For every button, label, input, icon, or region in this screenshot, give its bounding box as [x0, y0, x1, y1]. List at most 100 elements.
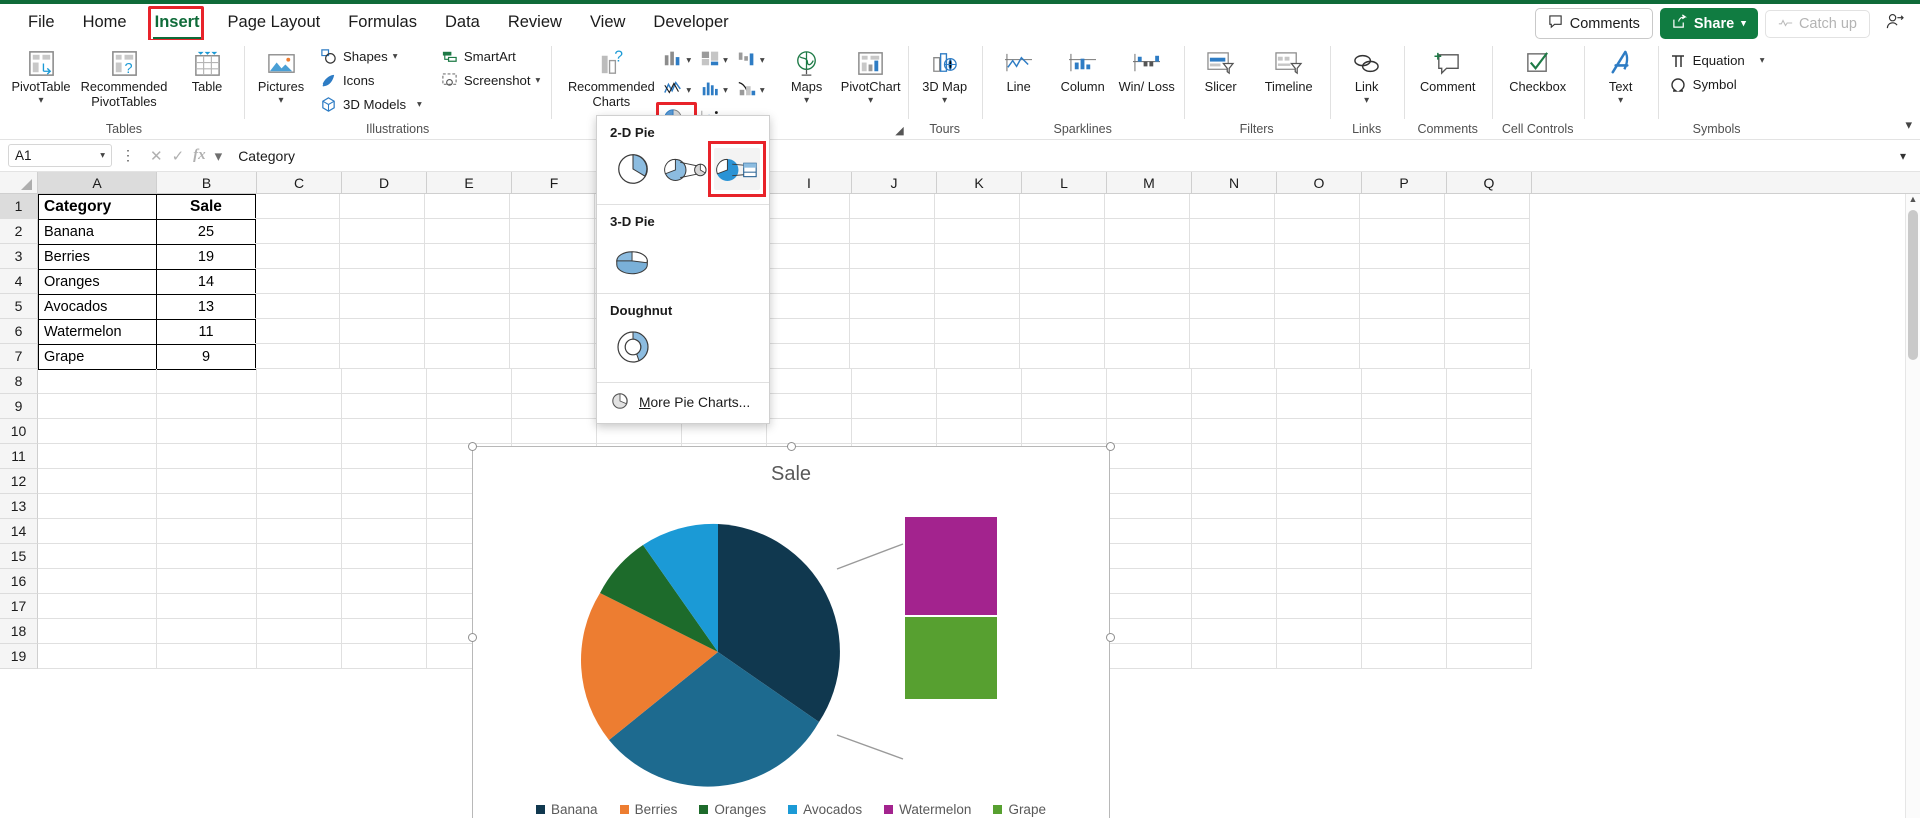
cell-K1[interactable] [935, 194, 1020, 219]
cell-B16[interactable] [157, 569, 257, 594]
cell-I5[interactable] [765, 294, 850, 319]
cell-E6[interactable] [425, 319, 510, 344]
cell-B6[interactable]: 11 [156, 319, 256, 345]
cell-K2[interactable] [935, 219, 1020, 244]
cell-C9[interactable] [257, 394, 342, 419]
cell-N17[interactable] [1192, 594, 1277, 619]
column-header-L[interactable]: L [1022, 172, 1107, 193]
line-chart-chevron-down-icon[interactable]: ▾ [686, 85, 691, 96]
row-header-3[interactable]: 3 [0, 244, 38, 269]
slicer-button[interactable]: Slicer [1190, 43, 1252, 98]
row-header-11[interactable]: 11 [0, 444, 38, 469]
tab-file[interactable]: File [14, 8, 69, 37]
column-header-C[interactable]: C [257, 172, 342, 193]
cell-O7[interactable] [1275, 344, 1360, 369]
legend-item-watermelon[interactable]: Watermelon [884, 802, 971, 817]
cell-F8[interactable] [512, 369, 597, 394]
combo-chart-chevron-down-icon[interactable]: ▾ [760, 85, 765, 96]
cell-B15[interactable] [157, 544, 257, 569]
cell-Q10[interactable] [1447, 419, 1532, 444]
icons-button[interactable]: Icons [314, 69, 427, 92]
shapes-button[interactable]: Shapes ▾ [314, 45, 427, 68]
column-header-M[interactable]: M [1107, 172, 1192, 193]
maps-chevron-down-icon[interactable]: ▾ [804, 95, 809, 106]
formula-input[interactable]: Category [234, 144, 1894, 167]
cell-C3[interactable] [255, 244, 340, 269]
cell-N18[interactable] [1192, 619, 1277, 644]
cell-P5[interactable] [1360, 294, 1445, 319]
tab-page-layout[interactable]: Page Layout [214, 8, 335, 37]
cell-M9[interactable] [1107, 394, 1192, 419]
row-header-14[interactable]: 14 [0, 519, 38, 544]
cell-M5[interactable] [1105, 294, 1190, 319]
cell-K8[interactable] [937, 369, 1022, 394]
cell-F9[interactable] [512, 394, 597, 419]
shapes-chevron-down-icon[interactable]: ▾ [393, 51, 398, 62]
cell-L6[interactable] [1020, 319, 1105, 344]
cell-B11[interactable] [157, 444, 257, 469]
cell-L5[interactable] [1020, 294, 1105, 319]
cell-C16[interactable] [257, 569, 342, 594]
expand-formula-bar-icon[interactable]: ▾ [1900, 149, 1912, 163]
3d-models-chevron-down-icon[interactable]: ▾ [417, 99, 422, 110]
cell-C18[interactable] [257, 619, 342, 644]
line-area-chart-button[interactable]: ▾ [659, 76, 694, 105]
statistic-chart-chevron-down-icon[interactable]: ▾ [723, 85, 728, 96]
cell-P12[interactable] [1362, 469, 1447, 494]
table-button[interactable]: Table [176, 43, 238, 98]
cell-Q7[interactable] [1445, 344, 1530, 369]
cell-E7[interactable] [425, 344, 510, 369]
cell-K5[interactable] [935, 294, 1020, 319]
cell-B19[interactable] [157, 644, 257, 669]
insert-function-chevron-down-icon[interactable]: ▾ [215, 147, 223, 165]
pie-3d-option[interactable] [610, 237, 656, 279]
column-header-I[interactable]: I [767, 172, 852, 193]
cell-C4[interactable] [255, 269, 340, 294]
cell-Q9[interactable] [1447, 394, 1532, 419]
cell-A15[interactable] [38, 544, 157, 569]
tab-home[interactable]: Home [69, 8, 141, 37]
screenshot-button[interactable]: Screenshot ▾ [435, 69, 546, 92]
cell-F5[interactable] [510, 294, 595, 319]
pivottable-button[interactable]: PivotTable ▾ [10, 43, 72, 109]
cell-M18[interactable] [1107, 619, 1192, 644]
row-header-4[interactable]: 4 [0, 269, 38, 294]
cell-P2[interactable] [1360, 219, 1445, 244]
cell-O13[interactable] [1277, 494, 1362, 519]
cell-A9[interactable] [38, 394, 157, 419]
person-add-icon[interactable] [1877, 10, 1912, 38]
cell-N13[interactable] [1192, 494, 1277, 519]
cell-M7[interactable] [1105, 344, 1190, 369]
cell-Q2[interactable] [1445, 219, 1530, 244]
cell-C1[interactable] [255, 194, 340, 219]
cell-C12[interactable] [257, 469, 342, 494]
enter-icon[interactable]: ✓ [172, 147, 185, 165]
cell-O12[interactable] [1277, 469, 1362, 494]
row-header-19[interactable]: 19 [0, 644, 38, 669]
cell-C10[interactable] [257, 419, 342, 444]
cell-O1[interactable] [1275, 194, 1360, 219]
cell-D7[interactable] [340, 344, 425, 369]
cell-D5[interactable] [340, 294, 425, 319]
waterfall-chart-chevron-down-icon[interactable]: ▾ [760, 55, 765, 66]
insert-function-icon[interactable]: fx [193, 147, 206, 164]
cell-D18[interactable] [342, 619, 427, 644]
cell-P11[interactable] [1362, 444, 1447, 469]
row-header-9[interactable]: 9 [0, 394, 38, 419]
legend-item-berries[interactable]: Berries [619, 802, 677, 817]
cell-N19[interactable] [1192, 644, 1277, 669]
cell-N3[interactable] [1190, 244, 1275, 269]
cell-M6[interactable] [1105, 319, 1190, 344]
cell-I3[interactable] [765, 244, 850, 269]
3d-map-button[interactable]: 3D Map ▾ [914, 43, 976, 109]
cell-M12[interactable] [1107, 469, 1192, 494]
cell-Q8[interactable] [1447, 369, 1532, 394]
cell-L10[interactable] [1022, 419, 1107, 444]
column-header-N[interactable]: N [1192, 172, 1277, 193]
text-button[interactable]: Text ▾ [1590, 43, 1652, 109]
row-header-10[interactable]: 10 [0, 419, 38, 444]
cell-J3[interactable] [850, 244, 935, 269]
cell-P18[interactable] [1362, 619, 1447, 644]
row-header-5[interactable]: 5 [0, 294, 38, 319]
cell-N2[interactable] [1190, 219, 1275, 244]
